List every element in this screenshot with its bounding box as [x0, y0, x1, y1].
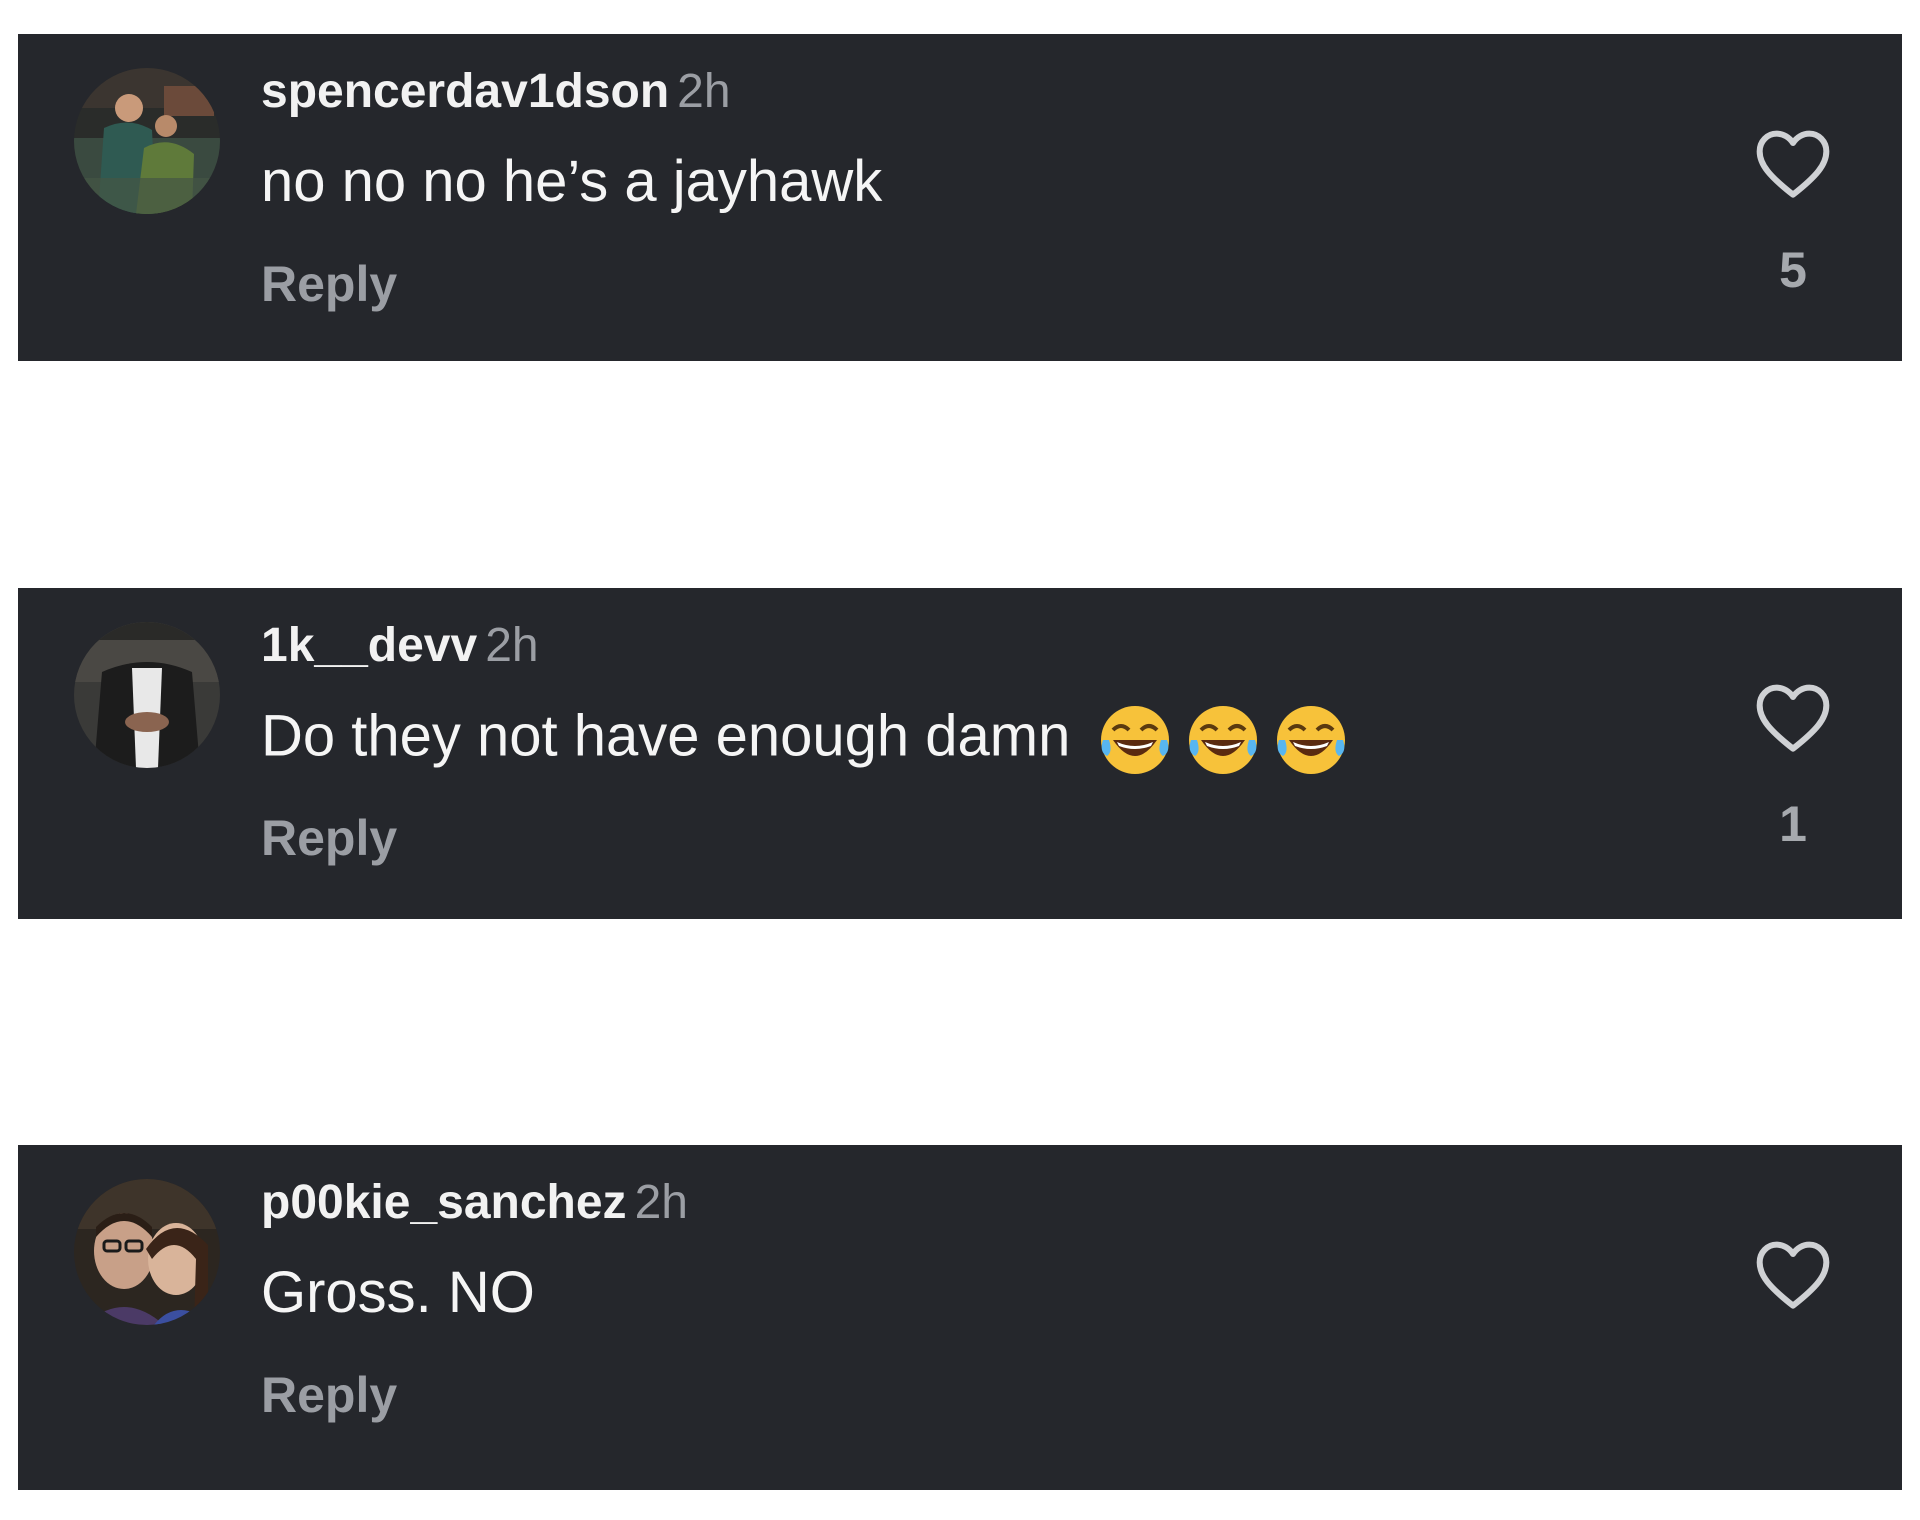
comment-card: p00kie_sanchez 2h Gross. NO Reply: [18, 1145, 1902, 1490]
avatar-photo: [74, 68, 220, 214]
comment-text: no no no he’s a jayhawk: [261, 149, 883, 214]
avatar-photo: [74, 1179, 220, 1325]
reply-button[interactable]: Reply: [261, 808, 397, 868]
timestamp: 2h: [485, 619, 539, 672]
comment-meta: p00kie_sanchez 2h: [261, 1173, 688, 1233]
laughing-emoji-icon: [1183, 700, 1263, 780]
like-count: 5: [1779, 242, 1807, 298]
avatar-photo: [74, 622, 220, 768]
timestamp: 2h: [634, 1176, 688, 1229]
comment-body: Do they not have enough damn: [261, 703, 1071, 769]
username[interactable]: p00kie_sanchez: [261, 1176, 627, 1229]
heart-outline-icon: [1756, 684, 1830, 752]
user-avatar[interactable]: [74, 1179, 220, 1325]
comment-meta: spencerdav1dson 2h: [261, 62, 731, 122]
reply-button[interactable]: Reply: [261, 1365, 397, 1425]
reply-button[interactable]: Reply: [261, 254, 397, 314]
comment-text: Do they not have enough damn: [261, 700, 1351, 780]
like-button[interactable]: [1733, 680, 1853, 780]
username[interactable]: 1k__devv: [261, 619, 477, 672]
username[interactable]: spencerdav1dson: [261, 65, 669, 118]
like-button[interactable]: [1733, 1237, 1853, 1337]
heart-outline-icon: [1756, 1241, 1830, 1309]
user-avatar[interactable]: [74, 68, 220, 214]
user-avatar[interactable]: [74, 622, 220, 768]
comment-card: spencerdav1dson 2h no no no he’s a jayhaw…: [18, 34, 1902, 361]
comment-text: Gross. NO: [261, 1260, 535, 1325]
comment-meta: 1k__devv 2h: [261, 616, 539, 676]
laughing-emoji-icon: [1095, 700, 1175, 780]
like-button[interactable]: [1733, 126, 1853, 226]
heart-outline-icon: [1756, 130, 1830, 198]
laughing-emoji-icon: [1271, 700, 1351, 780]
timestamp: 2h: [677, 65, 731, 118]
like-count: 1: [1779, 796, 1807, 852]
comment-card: 1k__devv2h Do they not have enough damn: [18, 588, 1902, 919]
